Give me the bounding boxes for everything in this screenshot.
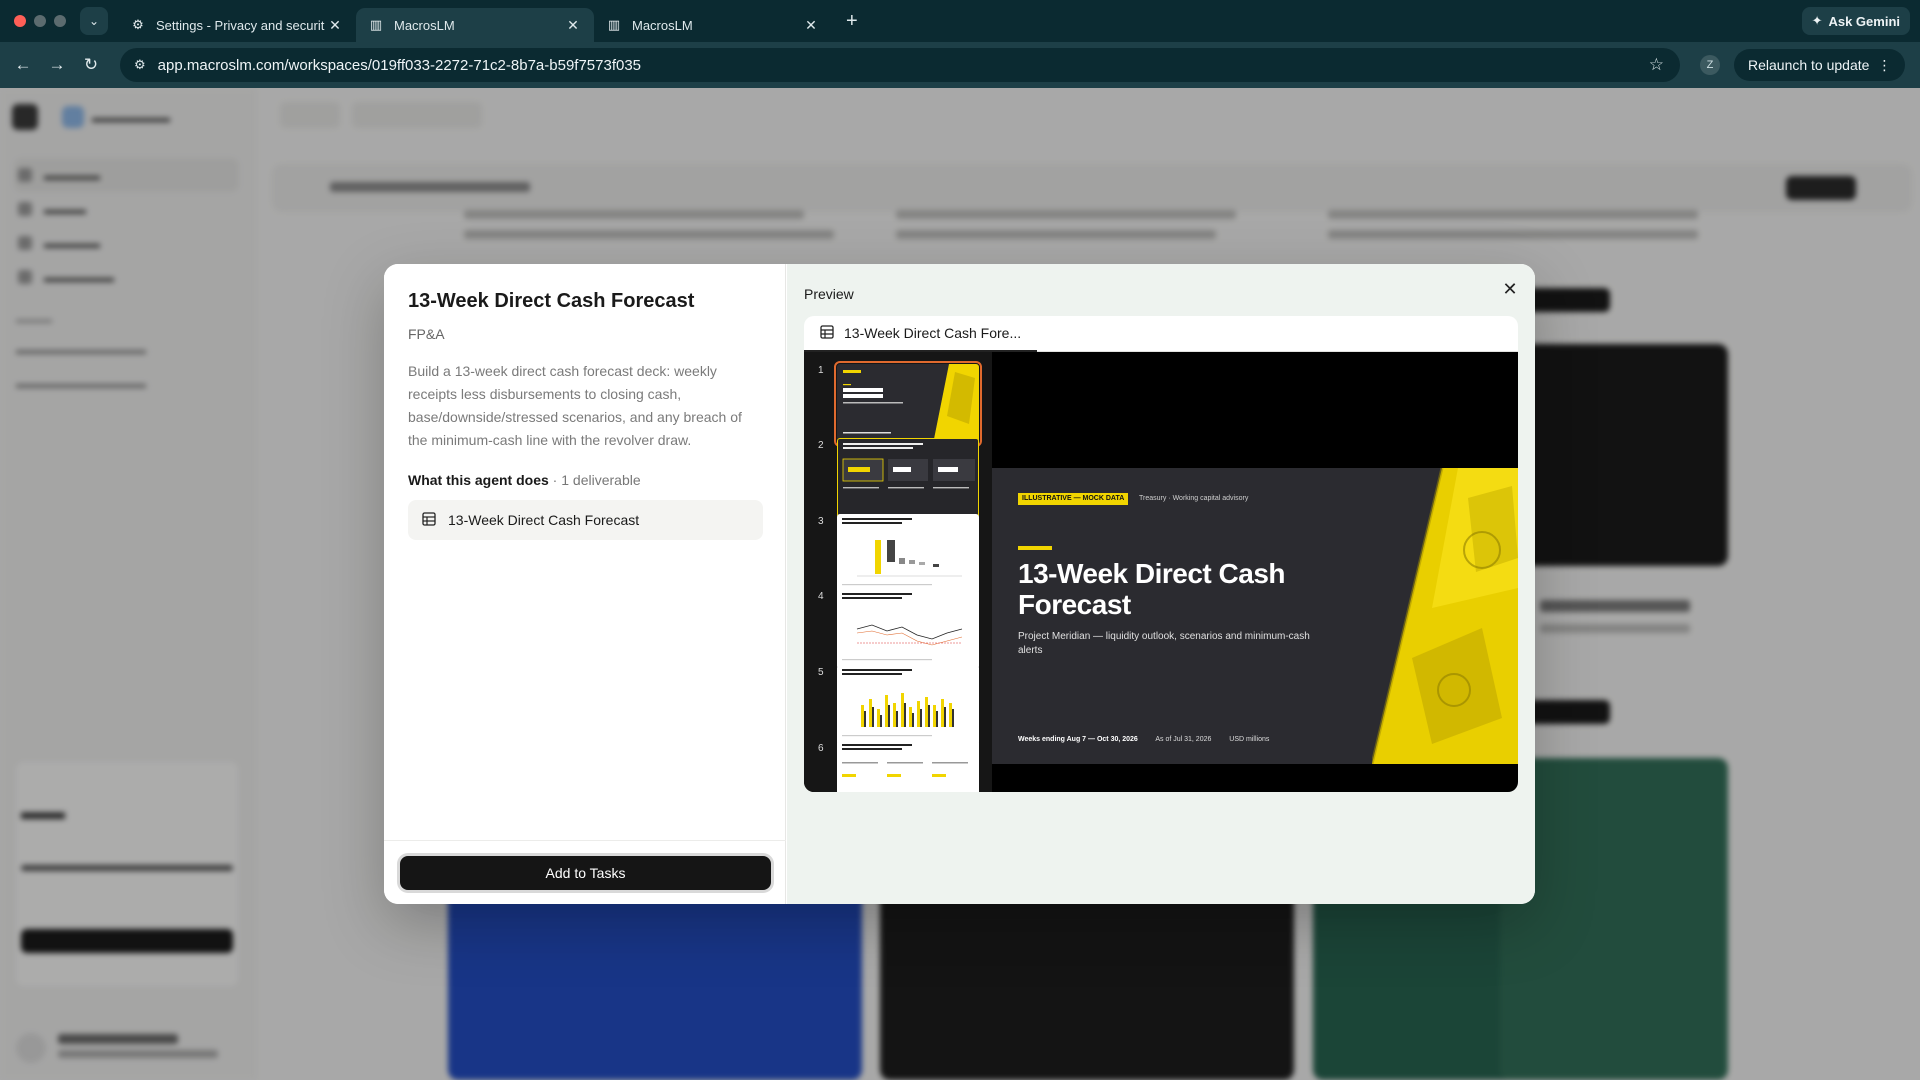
ask-gemini-button[interactable]: ✦ Ask Gemini [1801,7,1910,35]
slide-subtitle: Project Meridian — liquidity outlook, sc… [1018,631,1310,656]
deliverable-count: · 1 deliverable [548,472,641,488]
thumb-number: 5 [818,667,824,678]
agent-does-heading: What this agent does · 1 deliverable [408,472,641,488]
sparkle-icon: ✦ [1811,13,1823,28]
slide-thumbnail-3[interactable] [837,514,979,594]
browser-tab-macroslm-active[interactable]: ▥ MacrosLM ✕ [356,8,594,42]
tab-search-button[interactable]: ⌄ [80,7,108,35]
deck-viewer: 1 2 3 4 5 6 ILLUSTRATIVE — MOCK DATA Tre… [804,352,1518,792]
file-tab-cash-forecast[interactable]: 13-Week Direct Cash Fore... [804,316,1038,352]
template-details-pane: 13-Week Direct Cash Forecast FP&A Build … [384,264,786,904]
tab-title: MacrosLM [632,17,693,33]
preview-pane: Preview ✕ 13-Week Direct Cash Fore... 1 [787,264,1535,904]
maximize-window-button[interactable] [54,15,66,27]
site-info-icon[interactable]: ⚙ [134,57,146,73]
thumb-number: 3 [818,516,824,527]
close-icon[interactable]: ✕ [1499,278,1521,300]
agent-does-label: What this agent does [408,472,549,488]
browser-tabstrip: ⌄ ⚙ Settings - Privacy and securit ✕ ▥ M… [0,0,1920,42]
browser-tab-macroslm[interactable]: ▥ MacrosLM ✕ [594,8,832,42]
back-button[interactable]: ← [6,55,40,75]
reload-button[interactable]: ↻ [74,55,108,75]
relaunch-label: Relaunch to update [1748,57,1870,73]
tab-title: Settings - Privacy and securit [156,17,325,33]
file-tab-label: 13-Week Direct Cash Fore... [844,325,1022,341]
thumb-number: 4 [818,591,824,602]
table-icon [820,324,834,342]
macroslm-logo-icon: ▥ [369,17,383,32]
new-tab-button[interactable]: + [846,11,858,31]
address-bar[interactable]: ⚙ app.macroslm.com/workspaces/019ff033-2… [120,48,1680,82]
file-tab-strip: 13-Week Direct Cash Fore... [804,316,1518,352]
slide-meta-weeks: Weeks ending Aug 7 — Oct 30, 2026 [1018,736,1138,743]
add-to-tasks-button[interactable]: Add to Tasks [400,856,771,890]
slide-meta-asof: As of Jul 31, 2026 [1155,736,1212,743]
close-window-button[interactable] [14,15,26,27]
deliverable-name: 13-Week Direct Cash Forecast [448,512,640,528]
slide-thumbnail-4[interactable] [837,589,979,669]
slide-thumbnail-5[interactable] [837,665,979,745]
more-vert-icon: ⋮ [1877,56,1892,73]
minimize-window-button[interactable] [34,15,46,27]
close-tab-icon[interactable]: ✕ [564,17,582,34]
slide-meta: Weeks ending Aug 7 — Oct 30, 2026 As of … [1018,736,1269,743]
thumb-number: 1 [818,365,824,376]
browser-tab-settings[interactable]: ⚙ Settings - Privacy and securit ✕ [118,8,356,42]
deliverable-item[interactable]: 13-Week Direct Cash Forecast [408,500,763,540]
thumb-number: 6 [818,743,824,754]
agent-template-modal: 13-Week Direct Cash Forecast FP&A Build … [384,264,1535,904]
table-icon [422,511,436,529]
profile-avatar[interactable]: Z [1700,55,1720,75]
url-text[interactable]: app.macroslm.com/workspaces/019ff033-227… [158,57,1649,74]
thumb-number: 2 [818,440,824,451]
slide-preview-main: ILLUSTRATIVE — MOCK DATA Treasury · Work… [992,468,1518,764]
slide-thumbnail-1[interactable] [834,361,982,447]
gear-icon: ⚙ [132,17,144,32]
template-title: 13-Week Direct Cash Forecast [408,290,695,312]
dollar-bills-image [1372,468,1518,764]
slide-meta-units: USD millions [1229,736,1270,743]
slide-kicker: Treasury · Working capital advisory [1139,495,1249,502]
mock-data-badge: ILLUSTRATIVE — MOCK DATA [1018,493,1129,505]
browser-toolbar: ← → ↻ ⚙ app.macroslm.com/workspaces/019f… [0,42,1920,88]
window-controls [14,15,66,27]
relaunch-to-update-button[interactable]: Relaunch to update ⋮ [1734,49,1906,81]
close-tab-icon[interactable]: ✕ [802,17,820,34]
macroslm-logo-icon: ▥ [607,17,621,32]
bookmark-star-icon[interactable]: ☆ [1649,55,1664,75]
forward-button[interactable]: → [40,55,74,75]
slide-thumbnail-6[interactable] [837,740,979,792]
template-category: FP&A [408,326,445,342]
accent-rule [1018,546,1052,550]
close-tab-icon[interactable]: ✕ [326,17,344,34]
tab-title: MacrosLM [394,17,455,33]
ask-gemini-label: Ask Gemini [1828,13,1900,29]
slide-thumbnails: 1 2 3 4 5 6 [804,352,992,792]
template-description: Build a 13-week direct cash forecast dec… [408,363,742,448]
slide-thumbnail-2[interactable] [837,438,979,518]
slide-title: 13-Week Direct Cash Forecast [1018,558,1286,620]
preview-label: Preview [804,286,854,302]
